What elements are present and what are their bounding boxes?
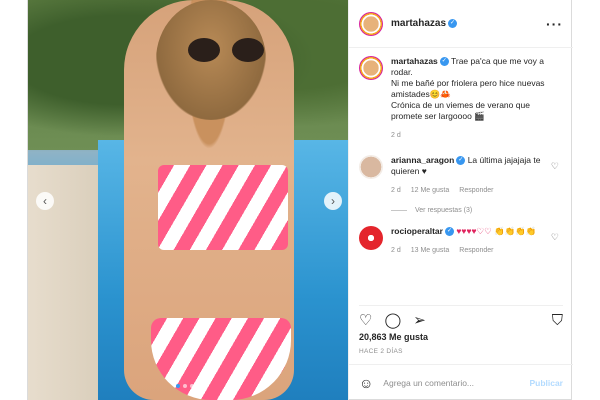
bikini-top — [158, 165, 288, 250]
comment-item: rocioperaltar ✓ ♥♥♥♥♡♡ 👏👏👏👏 2 d 13 Me gus… — [359, 226, 563, 256]
comment-text: ♥♥♥♥♡♡ 👏👏👏👏 — [456, 226, 537, 236]
action-bar: ♡ ◯ ➢ ⛉ — [359, 305, 563, 329]
comment-like-heart-icon[interactable]: ♡ — [551, 161, 559, 172]
view-replies-button[interactable]: Ver respuestas (3) — [391, 207, 563, 214]
comment-like-heart-icon[interactable]: ♡ — [551, 232, 559, 243]
carousel-prev-button[interactable]: ‹ — [36, 192, 54, 210]
verified-badge-icon: ✓ — [456, 156, 466, 166]
comment-input[interactable] — [383, 377, 509, 388]
carousel-dot-active — [176, 384, 180, 388]
verified-badge-icon: ✓ — [444, 227, 454, 237]
comment-reply-button[interactable]: Responder — [459, 185, 493, 196]
commenter-avatar[interactable] — [359, 226, 383, 250]
author-username[interactable]: martahazas — [391, 18, 446, 29]
comment-time[interactable]: 2 d — [391, 185, 401, 196]
post-side-panel: martahazas ✓ ··· martahazas ✓ Trae pa'ca … — [348, 0, 573, 400]
caption-username[interactable]: martahazas — [391, 56, 438, 66]
post-timestamp[interactable]: HACE 2 DÍAS — [359, 348, 403, 355]
emoji-icon[interactable]: ☺ — [359, 375, 373, 391]
comment-username[interactable]: arianna_aragon — [391, 155, 454, 165]
likes-count[interactable]: 20,863 Me gusta — [359, 332, 428, 342]
comment-likes[interactable]: 13 Me gusta — [411, 245, 450, 256]
comment-likes[interactable]: 12 Me gusta — [411, 185, 450, 196]
commenter-avatar[interactable] — [359, 155, 383, 179]
publish-button[interactable]: Publicar — [529, 378, 563, 388]
post-header: martahazas ✓ ··· — [349, 0, 573, 48]
carousel-dot — [190, 384, 194, 388]
more-options-icon[interactable]: ··· — [546, 16, 563, 32]
carousel-dots — [176, 384, 194, 388]
instagram-post: ‹ › martahazas ✓ ··· martahazas ✓ Trae pa… — [27, 0, 573, 400]
add-comment-bar: ☺ Publicar — [349, 364, 573, 400]
share-icon[interactable]: ➢ — [413, 313, 426, 328]
comment-item: arianna_aragon ✓ La última jajajaja te qu… — [359, 155, 563, 196]
caption-comment: martahazas ✓ Trae pa'ca que me voy a roda… — [359, 56, 563, 141]
comment-username[interactable]: rocioperaltar — [391, 226, 443, 236]
comments-list: martahazas ✓ Trae pa'ca que me voy a roda… — [349, 56, 573, 256]
sunglasses — [188, 38, 266, 62]
caption-line-2: Ni me bañé por friolera pero hice nuevas… — [391, 78, 545, 99]
post-photo[interactable]: ‹ › — [28, 0, 348, 400]
comment-reply-button[interactable]: Responder — [459, 245, 493, 256]
carousel-next-button[interactable]: › — [324, 192, 342, 210]
verified-badge-icon: ✓ — [439, 57, 449, 67]
caption-line-3: Crónica de un viemes de verano que prome… — [391, 100, 530, 121]
verified-badge-icon: ✓ — [448, 19, 458, 28]
bookmark-icon[interactable]: ⛉ — [552, 313, 563, 328]
comment-time[interactable]: 2 d — [391, 245, 401, 256]
caption-time[interactable]: 2 d — [391, 130, 401, 141]
author-avatar[interactable] — [359, 56, 383, 80]
heart-icon[interactable]: ♡ — [359, 313, 372, 328]
carousel-dot — [183, 384, 187, 388]
author-avatar[interactable] — [359, 11, 383, 36]
comment-icon[interactable]: ◯ — [384, 313, 401, 328]
